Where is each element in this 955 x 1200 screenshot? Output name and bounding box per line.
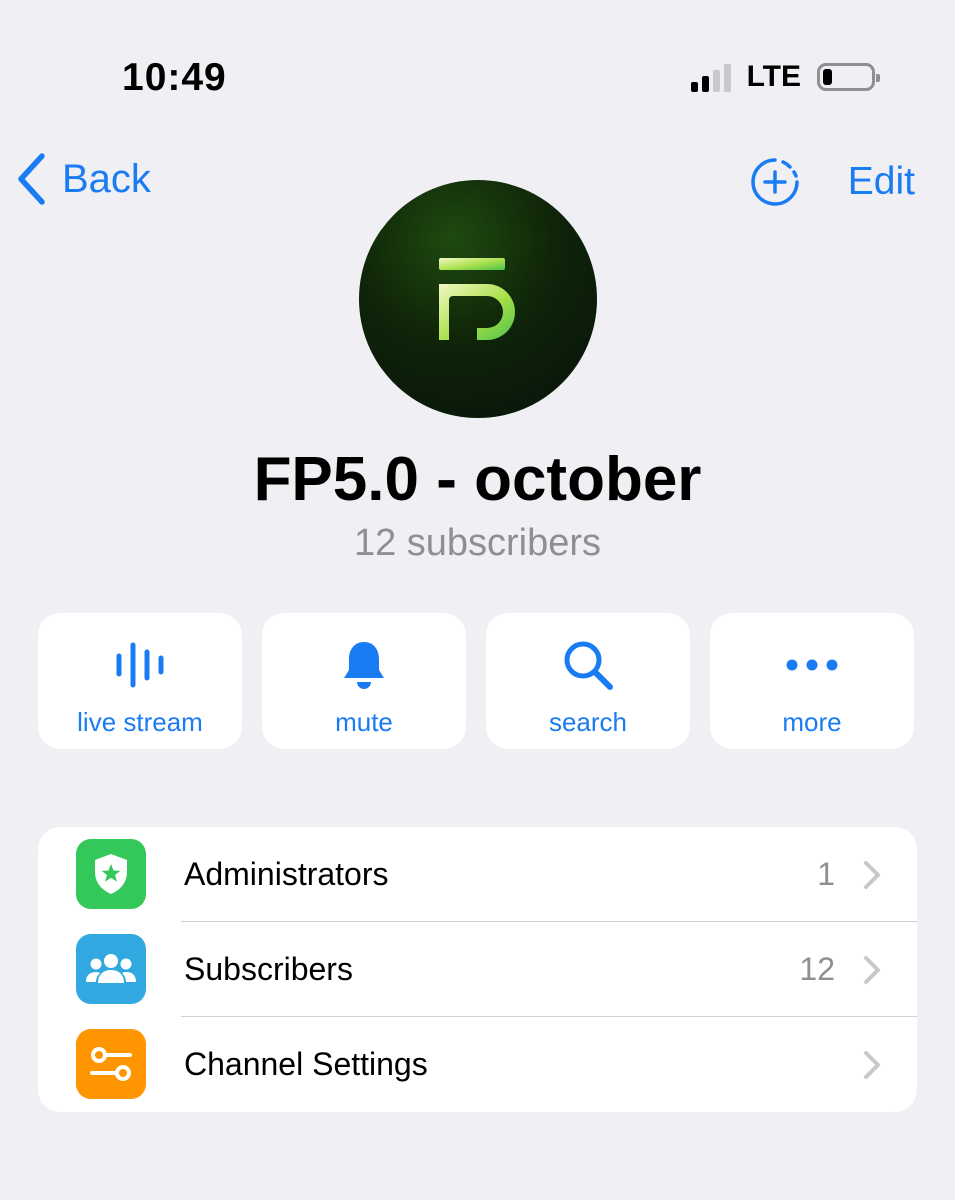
action-bar: live stream mute search more — [38, 613, 917, 749]
administrators-badge — [76, 839, 146, 909]
search-icon — [564, 641, 613, 690]
list-item-subscribers[interactable]: Subscribers 12 — [38, 922, 917, 1017]
more-label: more — [782, 707, 842, 737]
more-button[interactable]: more — [710, 613, 914, 749]
channel-settings-list: Administrators 1 Subscribers 12 Channel … — [38, 827, 917, 1112]
status-indicators: LTE — [690, 60, 880, 94]
shield-star-icon — [95, 854, 127, 894]
administrators-count: 1 — [817, 856, 835, 892]
back-label: Back — [62, 156, 151, 201]
status-time: 10:49 — [122, 56, 227, 99]
search-button[interactable]: search — [486, 613, 690, 749]
chevron-right-icon — [864, 956, 880, 984]
mute-label: mute — [335, 707, 393, 737]
subscribers-label: Subscribers — [184, 951, 353, 987]
edit-button[interactable]: Edit — [848, 160, 915, 204]
channel-avatar[interactable] — [359, 180, 597, 418]
chevron-right-icon — [864, 861, 880, 889]
search-label: search — [548, 707, 628, 737]
subscriber-count: 12 subscribers — [353, 522, 602, 564]
list-item-administrators[interactable]: Administrators 1 — [38, 827, 917, 922]
add-story-button[interactable] — [750, 157, 800, 212]
channel-settings-badge — [76, 1029, 146, 1099]
network-type: LTE — [746, 60, 801, 93]
back-button[interactable]: Back — [16, 152, 151, 206]
signal-icon — [690, 62, 731, 92]
more-icon — [786, 659, 838, 671]
bell-icon — [344, 642, 384, 689]
live-stream-icon — [116, 642, 164, 688]
administrators-label: Administrators — [184, 856, 389, 892]
people-icon — [86, 954, 136, 983]
channel-logo-icon — [439, 258, 515, 340]
channel-settings-label: Channel Settings — [184, 1046, 428, 1082]
subscribers-count: 12 — [799, 951, 835, 987]
chevron-left-icon — [18, 153, 45, 205]
channel-title: FP5.0 - october — [253, 445, 702, 514]
list-item-channel-settings[interactable]: Channel Settings — [38, 1017, 917, 1112]
live-stream-label: live stream — [77, 707, 203, 737]
chevron-right-icon — [864, 1051, 880, 1079]
live-stream-button[interactable]: live stream — [38, 613, 242, 749]
channel-info-screen: 10:49 LTE Back Edit FP5.0 - october 12 s… — [0, 0, 955, 1200]
subscribers-badge — [76, 934, 146, 1004]
sliders-icon — [90, 1047, 132, 1081]
battery-icon — [817, 63, 880, 91]
add-story-icon — [751, 158, 799, 206]
mute-button[interactable]: mute — [262, 613, 466, 749]
